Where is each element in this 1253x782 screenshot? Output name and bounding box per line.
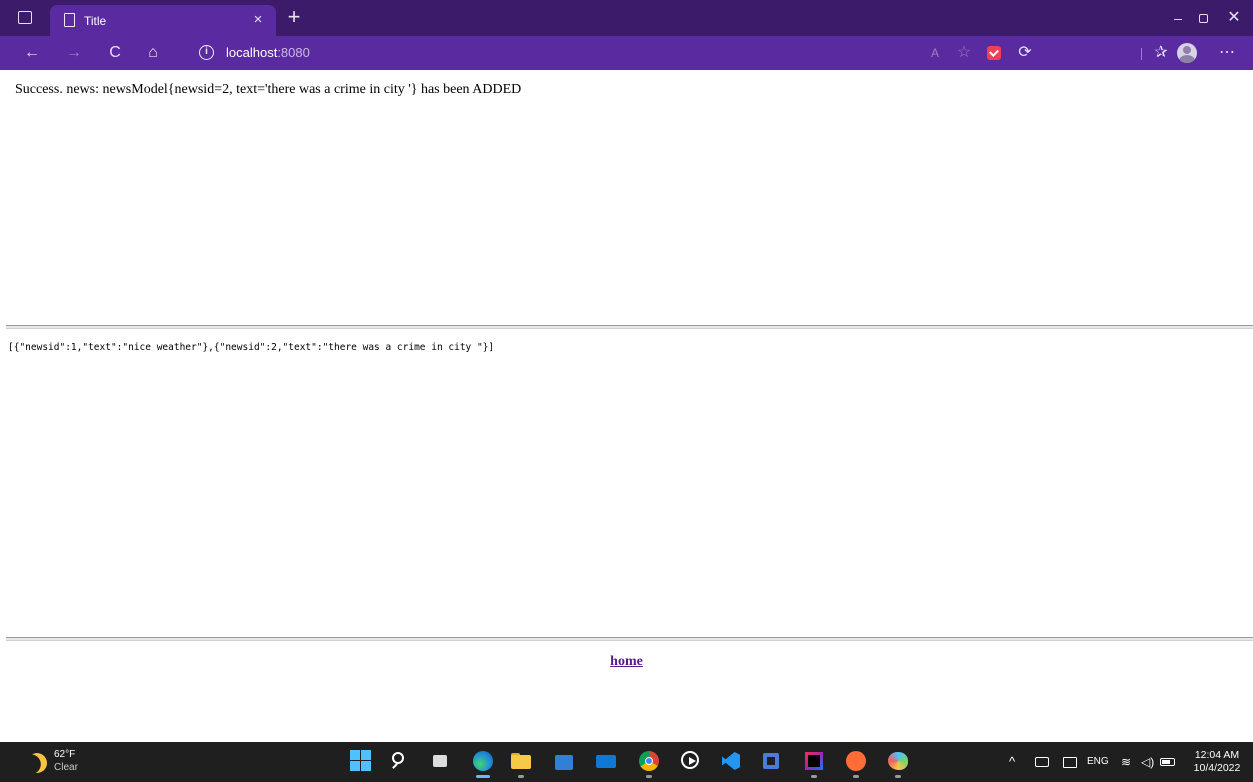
task-view-icon[interactable] <box>430 750 452 772</box>
read-aloud-icon[interactable]: A <box>924 43 946 63</box>
restore-icon <box>1198 14 1208 23</box>
minimize-button[interactable]: – <box>1166 8 1190 28</box>
back-button[interactable]: ← <box>21 43 43 63</box>
tab-active[interactable]: Title × <box>50 5 276 36</box>
file-explorer-icon[interactable] <box>510 750 532 778</box>
json-response: [{"newsid":1,"text":"nice weather"},{"ne… <box>8 342 495 353</box>
postman-icon[interactable] <box>845 750 867 778</box>
volume-icon[interactable]: ◁) <box>1141 754 1154 770</box>
frame-json: [{"newsid":1,"text":"nice weather"},{"ne… <box>0 329 1253 637</box>
paint-icon[interactable] <box>887 750 909 778</box>
tab-title: Title <box>84 14 107 28</box>
start-icon[interactable] <box>350 750 372 772</box>
url-host: localhost <box>226 45 278 60</box>
tab-actions-icon[interactable] <box>18 11 32 24</box>
battery-icon[interactable] <box>1160 758 1175 766</box>
weather-description[interactable]: Clear <box>54 762 78 773</box>
refresh-button[interactable]: C <box>104 43 126 63</box>
media-player-icon[interactable] <box>680 750 702 772</box>
display-icon[interactable] <box>1063 757 1077 768</box>
vscode-icon[interactable] <box>720 750 742 772</box>
intellij-icon[interactable] <box>803 750 825 778</box>
browser-toolbar: ← → C ⌂ i localhost:8080 A ☆ ⟳ ✰ ⋯ <box>0 36 1253 70</box>
search-icon[interactable] <box>389 750 411 772</box>
forward-button[interactable]: → <box>63 43 85 63</box>
chrome-icon[interactable] <box>638 750 660 778</box>
frame-result: Success. news: newsModel{newsid=2, text=… <box>0 70 1253 325</box>
close-window-button[interactable]: ✕ <box>1222 8 1246 28</box>
pocket-extension-icon[interactable] <box>987 46 1001 60</box>
toolbar-separator <box>1141 48 1142 60</box>
new-tab-button[interactable]: + <box>282 6 306 28</box>
weather-temperature[interactable]: 62°F <box>54 749 75 760</box>
tab-close-button[interactable]: × <box>248 10 268 30</box>
url-text[interactable]: localhost:8080 <box>226 45 310 60</box>
maximize-button[interactable] <box>1191 8 1215 28</box>
favorites-icon[interactable]: ✰ <box>1150 43 1172 63</box>
edge-icon[interactable] <box>472 750 494 778</box>
add-favorite-icon[interactable]: ☆ <box>953 43 975 63</box>
home-button[interactable]: ⌂ <box>142 43 164 63</box>
clock-date[interactable]: 10/4/2022 <box>1189 762 1245 774</box>
moon-icon[interactable] <box>23 749 50 776</box>
profile-avatar[interactable] <box>1177 43 1197 63</box>
url-port: :8080 <box>277 45 310 60</box>
site-info-icon[interactable]: i <box>199 45 214 60</box>
more-menu-icon[interactable]: ⋯ <box>1216 43 1238 63</box>
home-link[interactable]: home <box>610 654 643 669</box>
clock-time[interactable]: 12:04 AM <box>1189 749 1245 761</box>
success-message: Success. news: newsModel{newsid=2, text=… <box>15 82 522 97</box>
show-hidden-icons-chevron-icon[interactable]: ^ <box>1009 754 1015 770</box>
browser-tab-strip: Title × + – ✕ <box>0 0 1253 36</box>
page-favicon-icon <box>64 13 75 27</box>
touch-keyboard-icon[interactable] <box>1035 757 1049 767</box>
extensions-icon[interactable]: ⟳ <box>1014 43 1036 63</box>
store-icon[interactable] <box>553 750 575 772</box>
mail-icon[interactable] <box>595 750 617 772</box>
taskbar: 62°F Clear ^ ENG ≋ ◁) 12:04 AM 10/4/2022 <box>0 742 1253 782</box>
language-indicator[interactable]: ENG <box>1087 754 1109 770</box>
wifi-icon[interactable]: ≋ <box>1121 754 1131 770</box>
frame-nav: home <box>0 641 1253 742</box>
sublime-icon[interactable] <box>760 750 782 772</box>
address-bar[interactable]: i localhost:8080 <box>182 40 962 66</box>
